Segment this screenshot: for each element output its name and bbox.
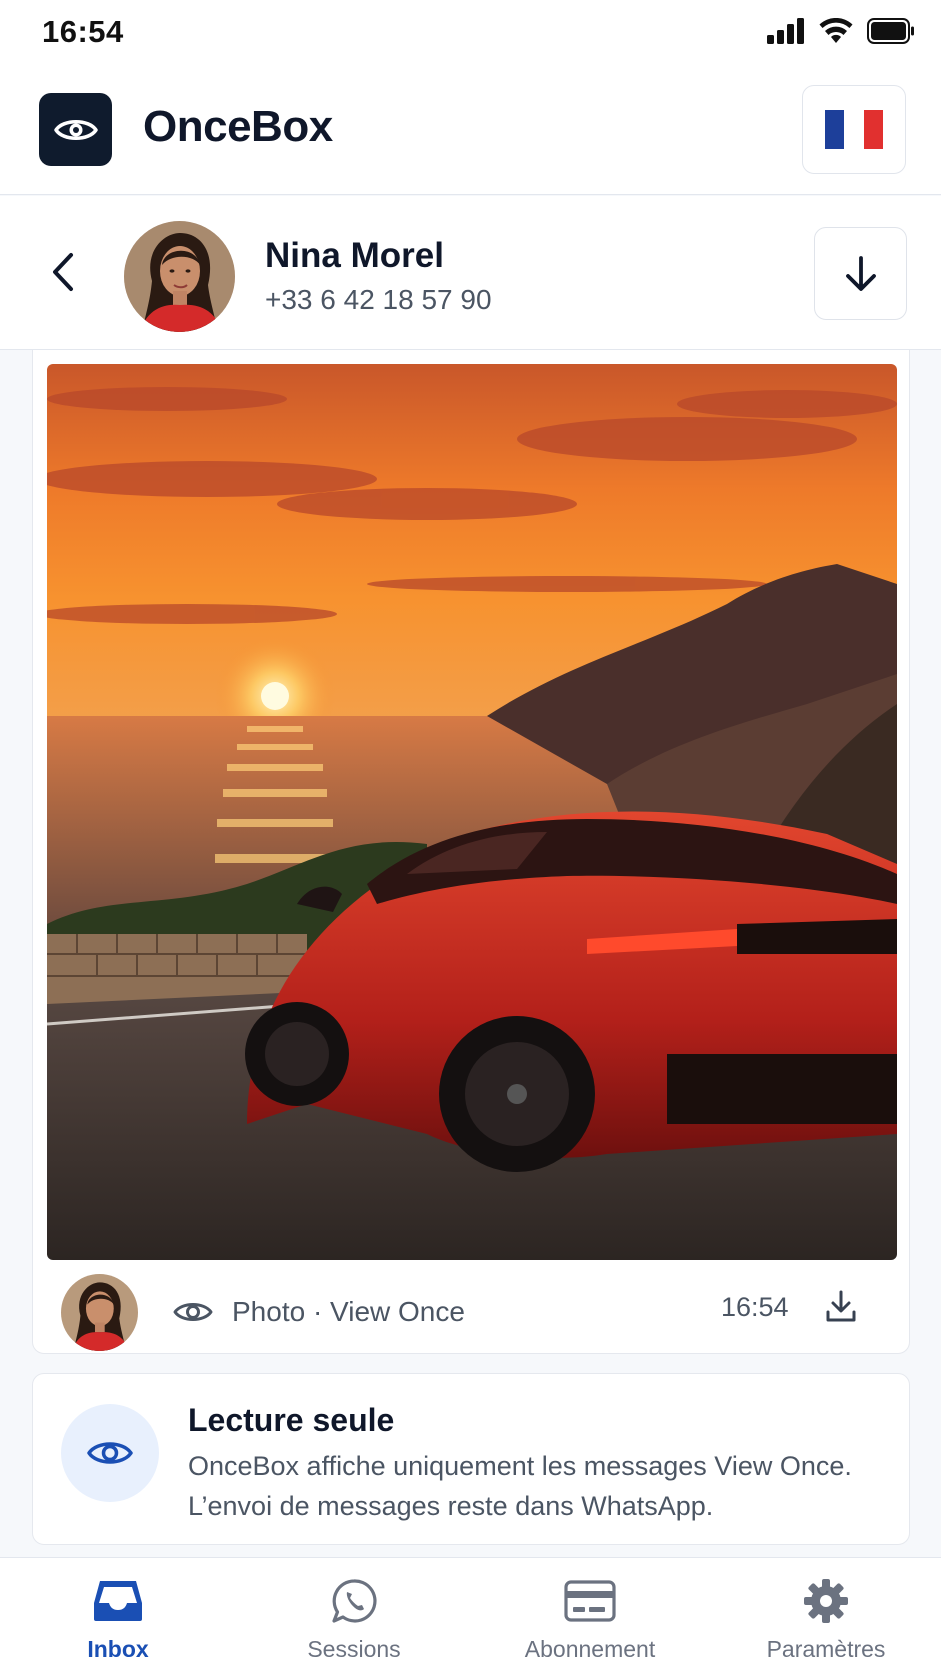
eye-icon bbox=[87, 1442, 133, 1464]
read-only-info-card: Lecture seule OnceBox affiche uniquement… bbox=[32, 1373, 910, 1545]
cellular-signal-icon bbox=[767, 18, 804, 44]
info-icon-badge bbox=[61, 1404, 159, 1502]
contact-phone: +33 6 42 18 57 90 bbox=[265, 284, 492, 315]
status-icons bbox=[767, 18, 915, 44]
contact-header: Nina Morel +33 6 42 18 57 90 bbox=[0, 196, 941, 350]
nav-label-inbox: Inbox bbox=[87, 1636, 149, 1662]
credit-card-icon bbox=[564, 1580, 616, 1622]
wifi-icon bbox=[819, 18, 853, 43]
status-time: 16:54 bbox=[42, 14, 124, 49]
nav-item-sessions[interactable]: Sessions bbox=[236, 1558, 472, 1672]
nav-label-sessions: Sessions bbox=[307, 1636, 401, 1662]
nav-label-parametres: Paramètres bbox=[766, 1636, 886, 1662]
language-button[interactable] bbox=[802, 85, 906, 174]
eye-icon bbox=[53, 119, 98, 140]
app-header: OnceBox bbox=[0, 64, 941, 195]
nav-item-abonnement[interactable]: Abonnement bbox=[472, 1558, 708, 1672]
view-once-photo[interactable] bbox=[47, 364, 897, 1260]
nav-item-inbox[interactable]: Inbox bbox=[0, 1558, 236, 1672]
eye-icon bbox=[173, 1303, 213, 1321]
back-button[interactable] bbox=[40, 244, 86, 300]
sender-avatar bbox=[61, 1274, 138, 1351]
contact-avatar[interactable] bbox=[124, 221, 235, 332]
contact-name: Nina Morel bbox=[265, 236, 444, 275]
status-bar: 16:54 bbox=[0, 0, 941, 64]
inbox-icon bbox=[94, 1581, 142, 1621]
message-time: 16:54 bbox=[721, 1292, 789, 1322]
nav-label-abonnement: Abonnement bbox=[524, 1636, 656, 1662]
bottom-nav: Inbox Sessions Abonnement Paramètres bbox=[0, 1557, 941, 1672]
gear-icon bbox=[804, 1579, 848, 1623]
download-icon[interactable] bbox=[825, 1290, 857, 1324]
chevron-left-icon bbox=[53, 253, 73, 291]
app-logo bbox=[39, 93, 112, 166]
info-body: OnceBox affiche uniquement les messages … bbox=[188, 1451, 852, 1521]
battery-icon bbox=[867, 18, 914, 44]
french-flag-icon bbox=[825, 110, 883, 149]
media-label: Photo · View Once bbox=[232, 1296, 465, 1327]
whatsapp-icon bbox=[332, 1579, 377, 1623]
nav-item-parametres[interactable]: Paramètres bbox=[708, 1558, 941, 1672]
message-meta: Photo · View Once 16:54 bbox=[33, 1260, 911, 1354]
download-all-button[interactable] bbox=[814, 227, 907, 320]
message-card: Photo · View Once 16:54 bbox=[32, 350, 910, 1354]
arrow-down-icon bbox=[845, 255, 876, 291]
app-title: OnceBox bbox=[143, 102, 333, 151]
info-title: Lecture seule bbox=[188, 1402, 395, 1438]
